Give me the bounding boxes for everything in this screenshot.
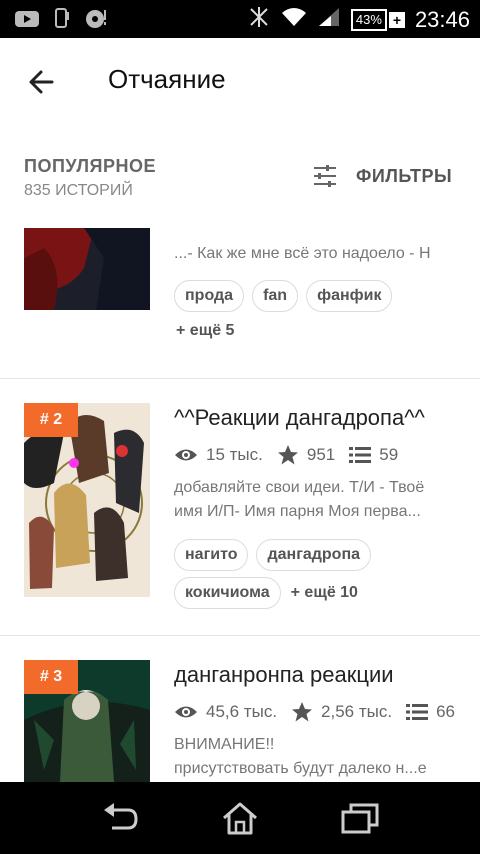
eye-icon xyxy=(175,706,197,718)
sliders-icon xyxy=(314,165,336,187)
views-stat: 15 тыс. xyxy=(174,445,263,465)
list-icon xyxy=(406,704,429,720)
story-tags: прода fan фанфик xyxy=(174,280,464,312)
story-title[interactable]: ^^Реакции дангадропа^^ xyxy=(174,405,425,431)
story-tags: нагито дангадропа кокичиома + ещё 10 xyxy=(174,539,464,609)
rank-badge: # 2 xyxy=(24,403,78,437)
sort-filter-bar: ПОПУЛЯРНОЕ 835 ИСТОРИЙ ФИЛЬТРЫ xyxy=(0,144,480,214)
tag-chip[interactable]: прода xyxy=(174,280,245,312)
nav-back-button[interactable] xyxy=(100,800,140,836)
eye-icon xyxy=(175,449,197,461)
sort-label[interactable]: ПОПУЛЯРНОЕ xyxy=(24,156,156,177)
system-nav-bar xyxy=(0,782,480,854)
votes-count: 951 xyxy=(306,445,336,464)
views-count: 15 тыс. xyxy=(206,445,263,464)
rank-badge: # 3 xyxy=(24,660,78,694)
views-count: 45,6 тыс. xyxy=(206,702,278,721)
wifi-icon xyxy=(281,6,307,33)
description-line: добавляйте свои идеи. Т/И - Твоё xyxy=(174,479,425,496)
tag-chip[interactable]: кокичиома xyxy=(174,577,281,609)
page-title: Отчаяние xyxy=(108,64,226,94)
clock: 23:46 xyxy=(414,6,470,32)
votes-count: 2,56 тыс. xyxy=(321,702,393,721)
tag-chip[interactable]: нагито xyxy=(174,539,249,571)
votes-stat: 2,56 тыс. xyxy=(291,702,392,722)
youtube-icon xyxy=(14,9,40,34)
story-stats: 45,6 тыс. 2,56 тыс. 66 xyxy=(174,702,469,722)
battery-level: 43% xyxy=(350,8,387,31)
story-description: ВНИМАНИЕ!! присутствовать будут далеко н… xyxy=(174,733,458,781)
disc-alert-icon xyxy=(84,8,108,35)
star-icon xyxy=(277,445,298,465)
story-card[interactable]: ...- Как же мне всё это надоело - Н прод… xyxy=(0,228,480,378)
home-icon xyxy=(223,802,257,835)
nav-home-button[interactable] xyxy=(220,800,260,836)
star-icon xyxy=(292,702,313,722)
filters-label: ФИЛЬТРЫ xyxy=(356,165,453,186)
no-signal-icon xyxy=(247,6,271,33)
story-card[interactable]: # 2 ^^Реакции дангадропа^^ 15 тыс. 951 5… xyxy=(0,379,480,635)
story-description: ...- Как же мне всё это надоело - Н xyxy=(174,245,431,262)
tag-chip[interactable]: fan xyxy=(252,280,299,312)
battery-indicator: 43% + xyxy=(350,8,405,31)
story-title[interactable]: данганронпа реакции xyxy=(174,662,394,688)
story-card[interactable]: # 3 данганронпа реакции 45,6 тыс. 2,56 т… xyxy=(0,636,480,782)
list-icon xyxy=(349,447,372,463)
story-cover[interactable]: # 3 xyxy=(24,660,150,782)
phone-alert-icon xyxy=(54,8,70,35)
story-cover[interactable]: # 2 xyxy=(24,403,150,597)
description-line: ВНИМАНИЕ!! xyxy=(174,736,275,753)
parts-count: 59 xyxy=(379,445,399,464)
parts-count: 66 xyxy=(436,702,456,721)
recents-icon xyxy=(341,803,379,834)
status-bar: 43% + 23:46 xyxy=(0,0,480,38)
description-line: присутствовать будут далеко н...е xyxy=(174,760,427,777)
cell-signal-icon xyxy=(317,6,341,33)
story-cover[interactable] xyxy=(24,228,150,310)
app-bar: Отчаяние xyxy=(0,38,480,124)
more-tags[interactable]: + ещё 5 xyxy=(174,322,234,340)
back-icon xyxy=(104,803,138,830)
filters-button[interactable]: ФИЛЬТРЫ xyxy=(312,164,452,188)
back-button[interactable] xyxy=(24,64,60,100)
parts-stat: 59 xyxy=(349,445,398,465)
parts-stat: 66 xyxy=(406,702,455,722)
votes-stat: 951 xyxy=(277,445,335,465)
story-description: добавляйте свои идеи. Т/И - Твоё имя И/П… xyxy=(174,476,458,524)
description-line: имя И/П- Имя парня Моя перва... xyxy=(174,503,421,520)
story-stats: 15 тыс. 951 59 xyxy=(174,445,412,465)
tag-chip[interactable]: дангадропа xyxy=(256,539,372,571)
story-list[interactable]: ...- Как же мне всё это надоело - Н прод… xyxy=(0,228,480,782)
views-stat: 45,6 тыс. xyxy=(174,702,277,722)
more-tags[interactable]: + ещё 10 xyxy=(289,584,358,602)
charging-icon: + xyxy=(388,11,405,28)
story-count: 835 ИСТОРИЙ xyxy=(24,182,133,199)
arrow-back-icon xyxy=(29,70,54,94)
tag-chip[interactable]: фанфик xyxy=(306,280,393,312)
nav-recents-button[interactable] xyxy=(340,800,380,836)
